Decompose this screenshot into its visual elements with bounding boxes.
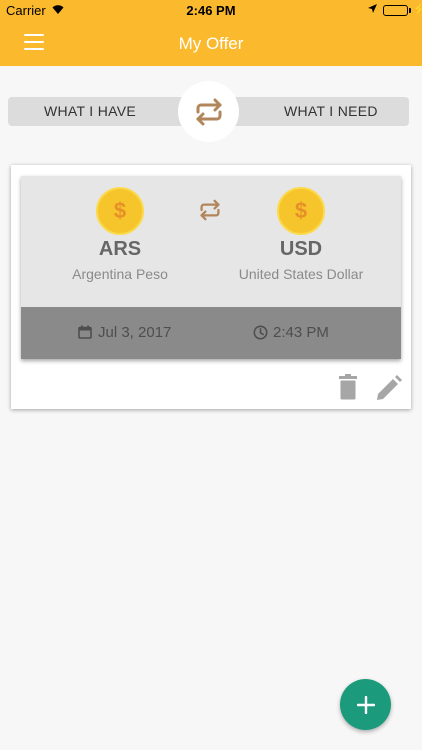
offer-time: 2:43 PM — [273, 324, 329, 341]
dollar-coin-icon: $ — [96, 187, 144, 235]
need-currency-code: USD — [279, 238, 323, 260]
tab-what-i-have[interactable]: WHAT I HAVE — [44, 103, 136, 119]
nav-bar: My Offer — [0, 22, 422, 66]
plus-icon — [356, 695, 375, 714]
battery-icon — [383, 5, 408, 16]
delete-icon[interactable] — [338, 374, 358, 405]
status-bar: Carrier 2:46 PM ⚡ — [0, 0, 422, 22]
swap-button[interactable] — [178, 81, 239, 142]
status-time: 2:46 PM — [186, 3, 236, 18]
coin-symbol: $ — [294, 198, 308, 223]
calendar-icon — [78, 325, 92, 344]
add-offer-button[interactable] — [340, 679, 391, 730]
location-arrow-icon — [367, 3, 378, 18]
charging-bolt-icon: ⚡ — [412, 2, 422, 16]
have-currency-code: ARS — [98, 238, 142, 260]
tab-what-i-need[interactable]: WHAT I NEED — [284, 103, 378, 119]
edit-icon[interactable] — [376, 375, 402, 406]
dollar-coin-icon: $ — [277, 187, 325, 235]
offer-date: Jul 3, 2017 — [98, 324, 172, 341]
page-title: My Offer — [178, 34, 244, 53]
have-currency-name: Argentina Peso — [72, 266, 168, 282]
need-currency-name: United States Dollar — [238, 266, 364, 282]
swap-arrows-icon — [197, 199, 223, 226]
swap-arrows-icon — [196, 98, 221, 125]
clock-icon — [253, 325, 268, 345]
app-header: Carrier 2:46 PM ⚡ My Offer — [0, 0, 422, 66]
coin-symbol: $ — [113, 198, 127, 223]
battery-nub — [409, 8, 411, 13]
